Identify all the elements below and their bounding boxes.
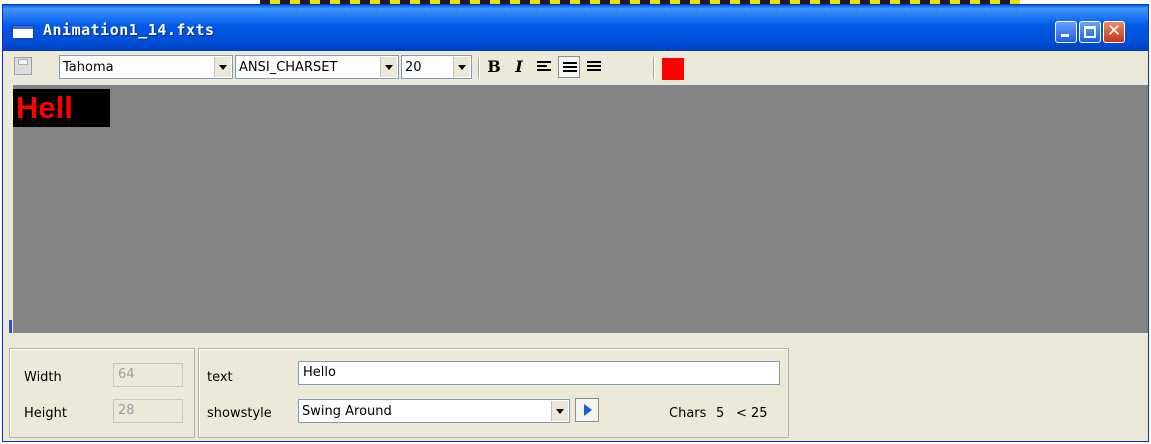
- align-center-icon: [563, 62, 577, 72]
- showstyle-value: Swing Around: [302, 404, 392, 419]
- align-center-button[interactable]: [558, 56, 580, 78]
- chars-label: Chars: [669, 406, 707, 421]
- toolbar-separator: [478, 57, 480, 79]
- width-label: Width: [24, 370, 62, 385]
- close-glyph: ✕: [1106, 21, 1122, 41]
- text-label: text: [207, 370, 233, 385]
- font-family-value: Tahoma: [63, 60, 114, 75]
- chevron-down-icon[interactable]: [214, 57, 231, 77]
- format-toolbar: Tahoma ANSI_CHARSET 20 B I: [3, 51, 1148, 85]
- app-window: Animation1_14.fxts ✕ Tahoma ANSI_CHARSET…: [2, 4, 1149, 442]
- size-group: Width 64 Height 28: [9, 348, 195, 438]
- align-left-button[interactable]: [533, 56, 555, 78]
- align-right-icon: [587, 61, 601, 71]
- height-label: Height: [24, 406, 67, 421]
- chars-count: 5: [716, 406, 725, 421]
- minimize-icon[interactable]: [1055, 21, 1077, 43]
- animation-preview-text: Hell: [13, 89, 110, 127]
- properties-panel: Width 64 Height 28 text Hello showstyle …: [3, 333, 1148, 441]
- bold-button[interactable]: B: [483, 56, 505, 78]
- text-group: text Hello showstyle Swing Around Chars …: [198, 348, 789, 438]
- chevron-down-icon[interactable]: [551, 401, 568, 421]
- charset-value: ANSI_CHARSET: [239, 60, 338, 75]
- splitter-marker: [9, 320, 12, 334]
- title-bar[interactable]: Animation1_14.fxts ✕: [3, 5, 1148, 51]
- maximize-icon[interactable]: [1079, 21, 1101, 43]
- italic-button[interactable]: I: [508, 56, 530, 78]
- showstyle-label: showstyle: [207, 406, 272, 421]
- showstyle-select[interactable]: Swing Around: [298, 399, 570, 423]
- font-size-select[interactable]: 20: [401, 55, 472, 79]
- toolbar-separator: [653, 57, 655, 79]
- window-icon: [12, 25, 34, 39]
- charset-select[interactable]: ANSI_CHARSET: [235, 55, 399, 79]
- play-icon[interactable]: [575, 398, 599, 422]
- save-icon[interactable]: [14, 57, 32, 75]
- font-size-value: 20: [405, 60, 422, 75]
- chevron-down-icon[interactable]: [453, 57, 470, 77]
- align-left-icon: [537, 61, 551, 71]
- chevron-down-icon[interactable]: [380, 57, 397, 77]
- close-icon[interactable]: ✕: [1103, 21, 1125, 43]
- height-field[interactable]: 28: [113, 399, 183, 423]
- align-right-button[interactable]: [583, 56, 605, 78]
- text-color-swatch[interactable]: [662, 58, 684, 80]
- window-title: Animation1_14.fxts: [43, 21, 215, 39]
- chars-limit: < 25: [736, 406, 768, 421]
- text-input[interactable]: Hello: [298, 361, 780, 385]
- preview-canvas[interactable]: Hell: [13, 85, 1148, 333]
- font-family-select[interactable]: Tahoma: [59, 55, 233, 79]
- width-field[interactable]: 64: [113, 363, 183, 387]
